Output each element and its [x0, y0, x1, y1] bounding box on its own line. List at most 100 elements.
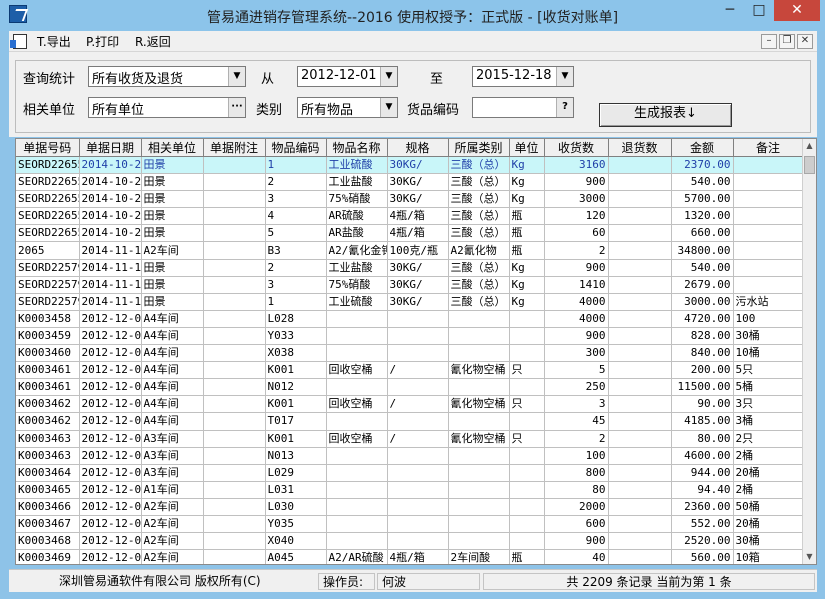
table-cell[interactable]	[448, 378, 510, 397]
table-cell[interactable]: 3	[544, 395, 609, 414]
table-cell[interactable]: 瓶	[509, 549, 545, 564]
table-cell[interactable]: 田景	[141, 259, 204, 277]
column-header[interactable]: 物品名称	[326, 139, 388, 157]
table-cell[interactable]	[326, 532, 388, 551]
table-cell[interactable]: 瓶	[509, 224, 545, 243]
table-cell[interactable]: 2014-11-18	[79, 293, 142, 311]
table-row[interactable]: K00034622012-12-01A4车间 K001回收空桶/氰化物空桶只3 90…	[16, 395, 804, 414]
table-cell[interactable]: 75%硝酸	[326, 190, 388, 209]
table-cell[interactable]: K0003463	[16, 430, 80, 448]
table-row[interactable]: SEORD225792014-11-18田景 375%硝酸30KG/三酸（总）Kg…	[16, 276, 804, 294]
table-cell[interactable]	[608, 344, 672, 363]
table-cell[interactable]	[733, 241, 804, 260]
table-cell[interactable]	[203, 549, 266, 564]
table-cell[interactable]: 4瓶/箱	[387, 224, 449, 243]
table-cell[interactable]: 2012-12-01	[79, 378, 142, 397]
table-cell[interactable]	[608, 464, 672, 482]
table-cell[interactable]: A2车间	[141, 498, 204, 516]
table-cell[interactable]: X040	[265, 532, 327, 551]
table-cell[interactable]	[733, 224, 804, 243]
table-row[interactable]: K00034642012-12-01A3车间 L029 800 944.0020桶	[16, 464, 804, 482]
table-cell[interactable]	[203, 481, 266, 499]
table-cell[interactable]: K0003465	[16, 481, 80, 499]
table-cell[interactable]: 900	[544, 259, 609, 277]
column-header[interactable]: 备注	[733, 139, 804, 157]
table-cell[interactable]	[326, 515, 388, 534]
table-cell[interactable]: 氰化物空桶	[448, 361, 510, 380]
column-header[interactable]: 退货数	[608, 139, 672, 157]
mdi-restore-button[interactable]: ❐	[779, 34, 795, 49]
table-cell[interactable]	[509, 447, 545, 465]
table-cell[interactable]: 2	[544, 241, 609, 260]
table-cell[interactable]: 2012-12-05	[79, 515, 142, 534]
table-cell[interactable]: 944.00	[671, 464, 734, 482]
table-cell[interactable]: 2车间酸	[448, 549, 510, 564]
query-select[interactable]: 所有收货及退货 ▼	[88, 66, 246, 87]
scroll-down-icon[interactable]: ▼	[803, 550, 816, 564]
table-cell[interactable]	[203, 259, 266, 277]
table-row[interactable]: K00034622012-12-01A4车间 T017 45 4185.003桶	[16, 412, 804, 431]
table-cell[interactable]: 30KG/	[387, 259, 449, 277]
table-cell[interactable]	[608, 549, 672, 564]
table-cell[interactable]: 4600.00	[671, 447, 734, 465]
table-cell[interactable]: 300	[544, 344, 609, 363]
table-row[interactable]: K00034602012-12-01A4车间 X038 300 840.0010桶	[16, 344, 804, 363]
table-cell[interactable]: 氰化物空桶	[448, 395, 510, 414]
column-header[interactable]: 规格	[387, 139, 449, 157]
table-cell[interactable]: 田景	[141, 173, 204, 192]
table-cell[interactable]: K0003466	[16, 498, 80, 516]
table-row[interactable]: K00034612012-12-01A4车间 N012 250 11500.005桶	[16, 378, 804, 397]
table-cell[interactable]	[448, 412, 510, 431]
table-cell[interactable]	[387, 498, 449, 516]
table-cell[interactable]	[203, 224, 266, 243]
table-cell[interactable]: 34800.00	[671, 241, 734, 260]
table-cell[interactable]: SEORD22579	[16, 276, 80, 294]
table-cell[interactable]: 250	[544, 378, 609, 397]
minimize-button[interactable]: ─	[716, 0, 744, 21]
table-cell[interactable]: Kg	[509, 156, 545, 175]
table-cell[interactable]: 600	[544, 515, 609, 534]
table-cell[interactable]: 3160	[544, 156, 609, 175]
table-cell[interactable]	[203, 430, 266, 448]
table-cell[interactable]: 污水站	[733, 293, 804, 311]
table-cell[interactable]	[326, 481, 388, 499]
table-cell[interactable]	[387, 344, 449, 363]
table-cell[interactable]: 3000	[544, 190, 609, 209]
table-cell[interactable]	[608, 173, 672, 192]
table-cell[interactable]: 560.00	[671, 549, 734, 564]
table-cell[interactable]: K001	[265, 361, 327, 380]
table-cell[interactable]: 100	[544, 447, 609, 465]
table-cell[interactable]	[448, 344, 510, 363]
table-row[interactable]: 20652014-11-14A2车间 B3A2/氰化金钾100克/瓶A2氰化物瓶2…	[16, 241, 804, 260]
table-cell[interactable]	[203, 532, 266, 551]
table-cell[interactable]: 60	[544, 224, 609, 243]
table-cell[interactable]: 40	[544, 549, 609, 564]
table-cell[interactable]: 900	[544, 173, 609, 192]
table-row[interactable]: SEORD226552014-10-28田景 5AR盐酸4瓶/箱三酸（总）瓶60 6…	[16, 224, 804, 243]
table-cell[interactable]: A4车间	[141, 361, 204, 380]
table-cell[interactable]: 田景	[141, 207, 204, 226]
table-cell[interactable]: 氰化物空桶	[448, 430, 510, 448]
from-date-picker[interactable]: 2012-12-01 ▼	[297, 66, 398, 87]
table-cell[interactable]: 2014-11-18	[79, 259, 142, 277]
table-cell[interactable]: Kg	[509, 173, 545, 192]
table-cell[interactable]: AR盐酸	[326, 224, 388, 243]
table-cell[interactable]	[608, 447, 672, 465]
table-cell[interactable]: 2012-12-01	[79, 430, 142, 448]
table-cell[interactable]	[203, 412, 266, 431]
table-cell[interactable]: 200.00	[671, 361, 734, 380]
table-cell[interactable]: A2车间	[141, 515, 204, 534]
table-cell[interactable]: L028	[265, 310, 327, 328]
table-cell[interactable]: SEORD22655	[16, 156, 80, 175]
table-cell[interactable]	[203, 447, 266, 465]
table-cell[interactable]: Kg	[509, 276, 545, 294]
table-cell[interactable]	[608, 361, 672, 380]
table-cell[interactable]: 4	[265, 207, 327, 226]
table-cell[interactable]: 2012-12-01	[79, 395, 142, 414]
table-cell[interactable]: 4000	[544, 310, 609, 328]
column-header[interactable]: 单位	[509, 139, 545, 157]
table-cell[interactable]: 田景	[141, 156, 204, 175]
table-cell[interactable]: 3桶	[733, 412, 804, 431]
mdi-close-button[interactable]: ✕	[797, 34, 813, 49]
table-cell[interactable]: K0003469	[16, 549, 80, 564]
